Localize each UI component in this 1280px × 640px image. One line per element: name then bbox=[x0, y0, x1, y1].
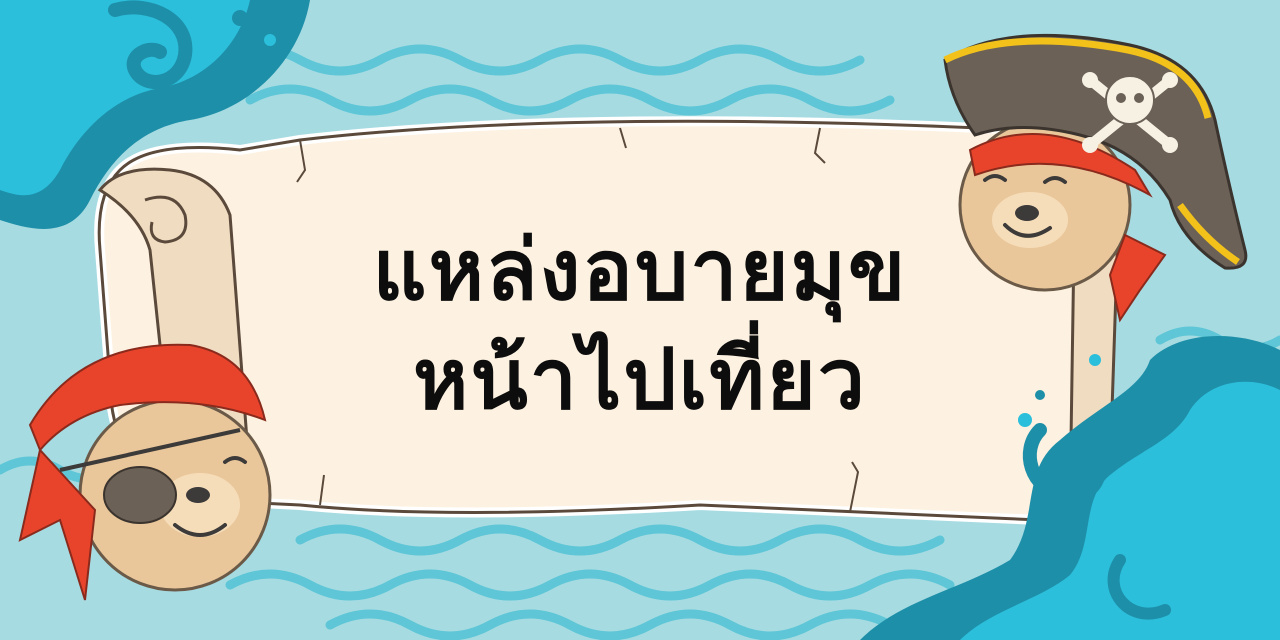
title-line-2: หน้าไปเที่ยว bbox=[413, 330, 867, 428]
banner-canvas: แหล่งอบายมุข หน้าไปเที่ยว bbox=[0, 0, 1280, 640]
title-line-1: แหล่งอบายมุข bbox=[372, 220, 908, 319]
banner-title: แหล่งอบายมุข หน้าไปเที่ยว bbox=[300, 205, 980, 445]
